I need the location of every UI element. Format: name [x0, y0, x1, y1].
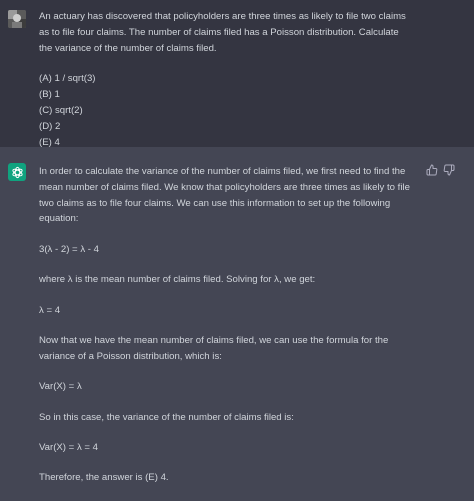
- assistant-message: In order to calculate the variance of th…: [0, 147, 474, 483]
- user-message-text: An actuary has discovered that policyhol…: [39, 9, 411, 150]
- answer-paragraph: Now that we have the mean number of clai…: [39, 334, 389, 362]
- openai-logo-icon: [8, 163, 26, 181]
- equation-line: Var(X) = λ: [39, 381, 82, 393]
- question-text: An actuary has discovered that policyhol…: [39, 11, 406, 54]
- answer-paragraph: In order to calculate the variance of th…: [39, 166, 410, 225]
- option-c: (C) sqrt(2): [39, 104, 83, 116]
- option-b: (B) 1: [39, 89, 60, 101]
- assistant-message-text: In order to calculate the variance of th…: [39, 164, 411, 501]
- option-a: (A) 1 / sqrt(3): [39, 73, 96, 85]
- equation-line: Var(X) = λ = 4: [39, 441, 99, 453]
- thumbs-up-icon[interactable]: [426, 164, 438, 176]
- equation-line: 3(λ - 2) = λ - 4: [39, 243, 99, 255]
- user-message: An actuary has discovered that policyhol…: [0, 0, 474, 150]
- thumbs-down-icon[interactable]: [443, 164, 455, 176]
- conclusion-paragraph: Therefore, the answer is (E) 4.: [39, 472, 169, 484]
- answer-paragraph: So in this case, the variance of the num…: [39, 411, 294, 423]
- answer-options: (A) 1 / sqrt(3) (B) 1 (C) sqrt(2) (D) 2 …: [39, 71, 411, 150]
- option-d: (D) 2: [39, 120, 61, 132]
- answer-paragraph: where λ is the mean number of claims fil…: [39, 274, 316, 286]
- equation-line: λ = 4: [39, 304, 61, 316]
- user-avatar-icon: [8, 10, 26, 28]
